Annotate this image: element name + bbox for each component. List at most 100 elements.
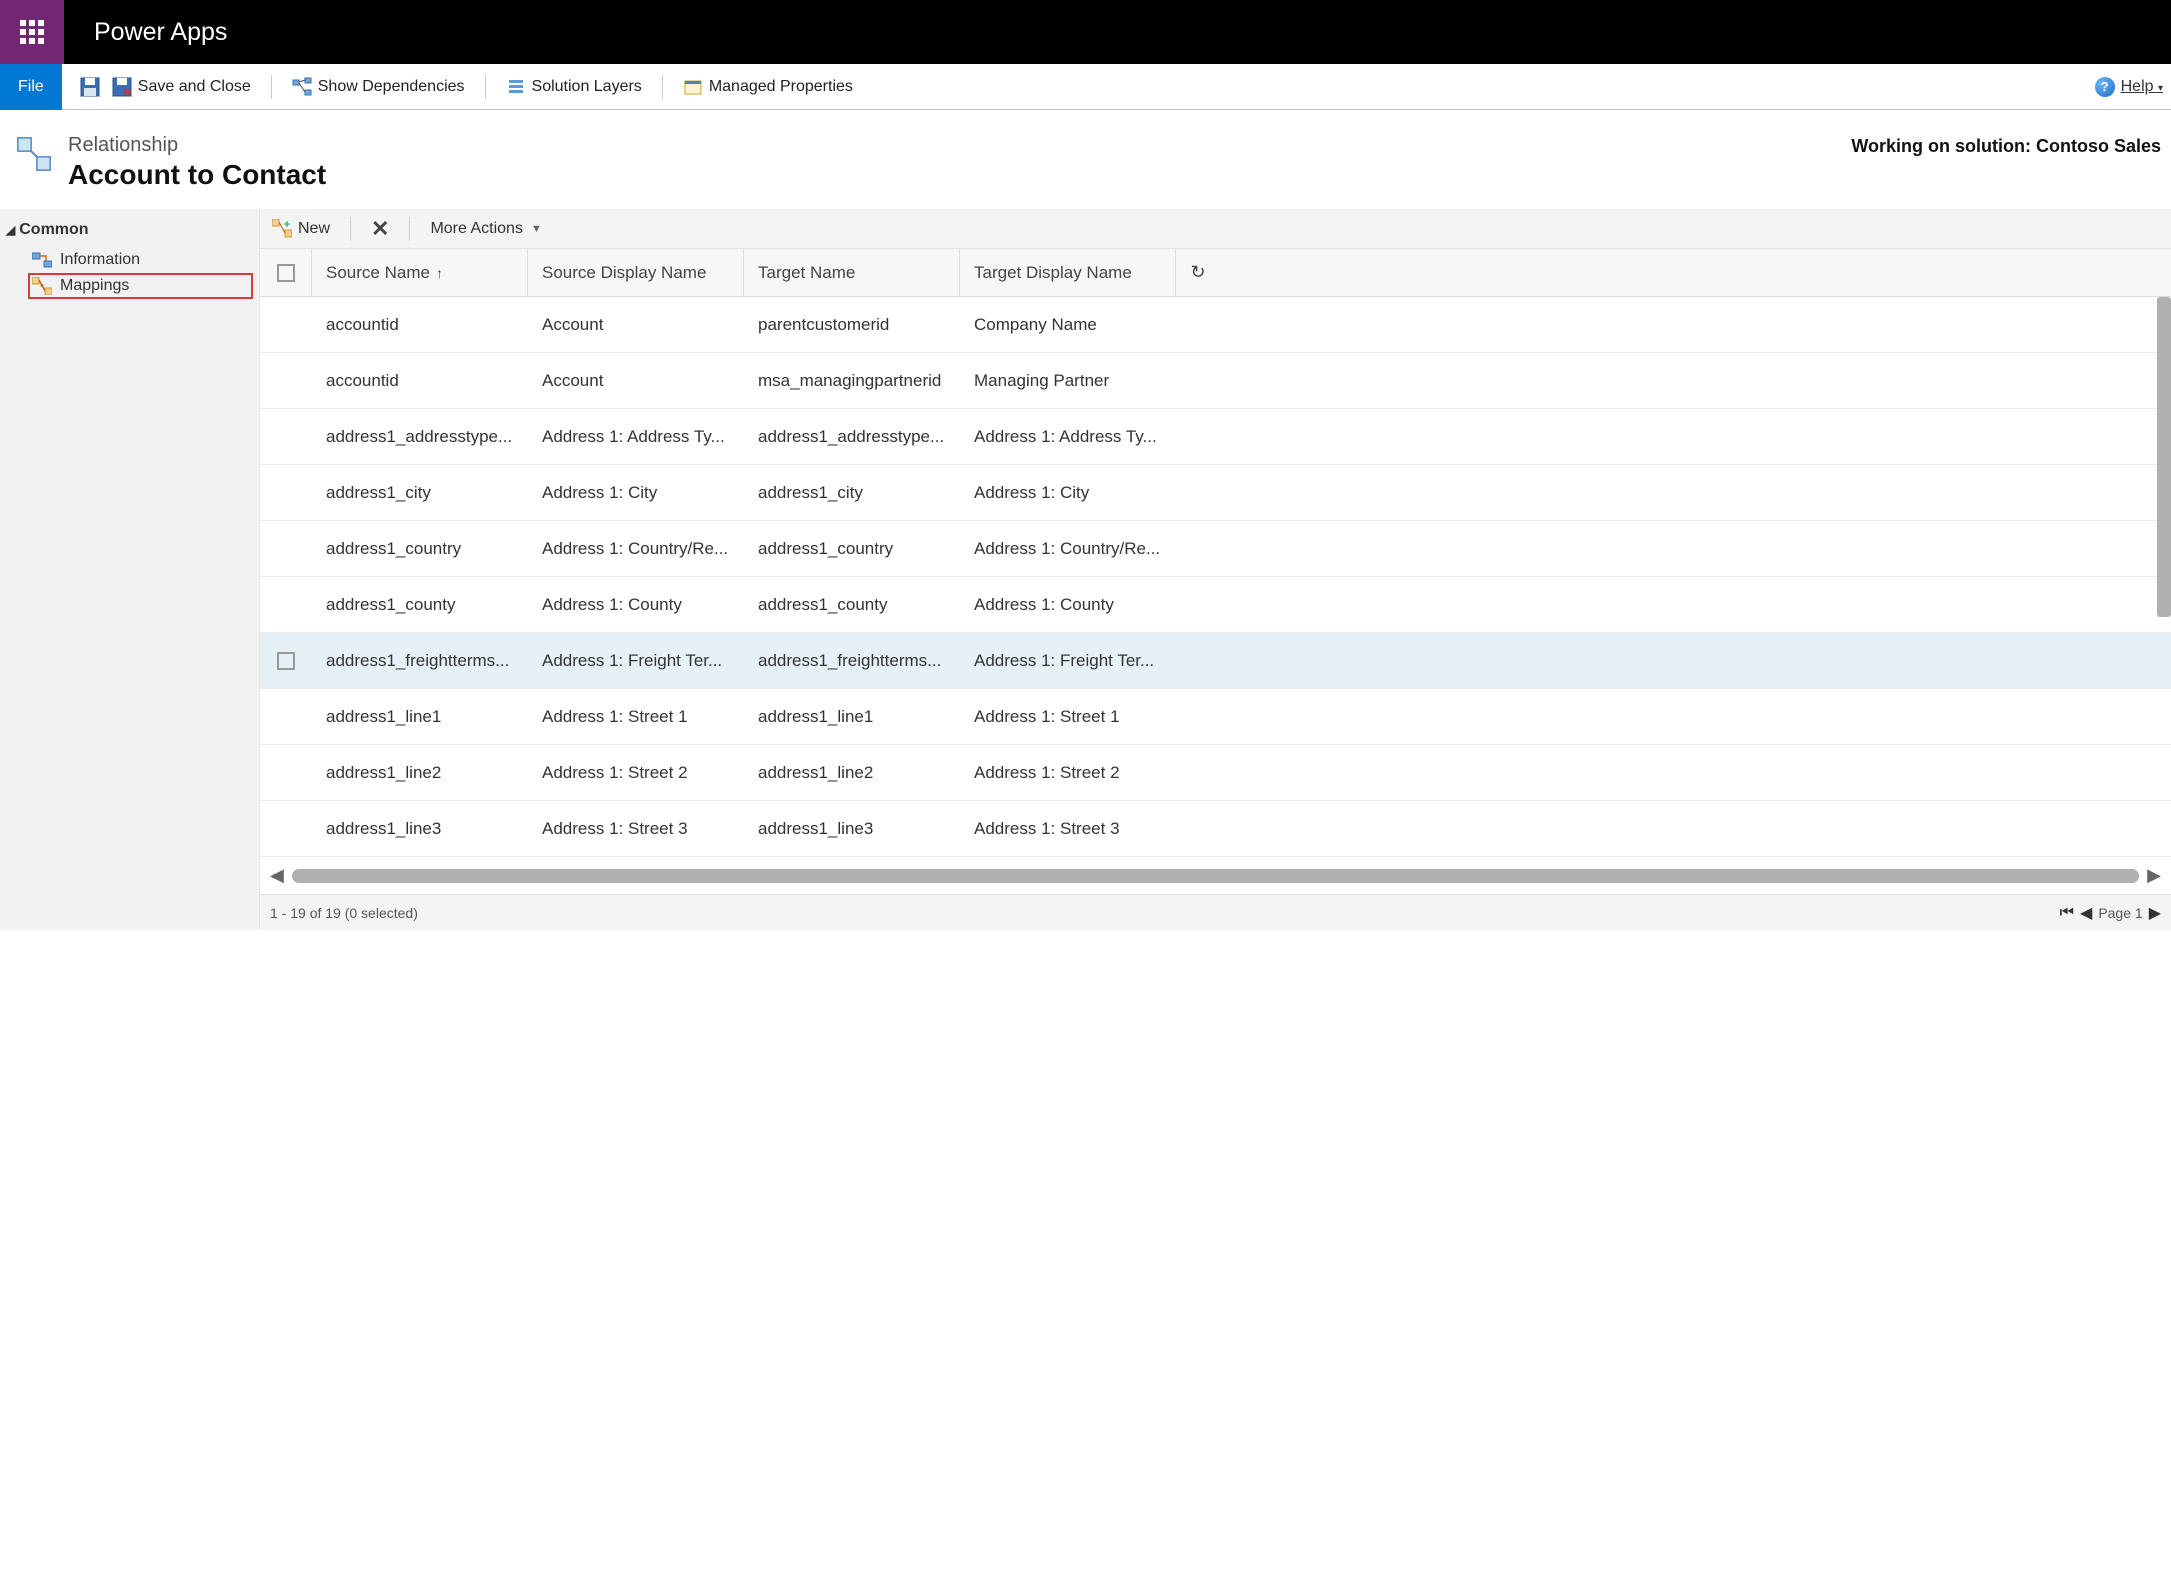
scroll-right-button[interactable]: ▶: [2147, 865, 2161, 886]
cell-target-name: address1_line3: [744, 819, 960, 839]
show-deps-label: Show Dependencies: [318, 78, 465, 96]
cell-source-display: Address 1: Street 1: [528, 707, 744, 727]
cell-source-name: accountid: [312, 371, 528, 391]
table-row[interactable]: address1_countyAddress 1: Countyaddress1…: [260, 577, 2171, 633]
delete-button[interactable]: ✕: [365, 216, 395, 242]
help-link[interactable]: ? Help ▾: [2095, 77, 2171, 97]
column-header-target-name[interactable]: Target Name: [744, 249, 960, 296]
cell-target-name: address1_county: [744, 595, 960, 615]
cell-target-name: address1_city: [744, 483, 960, 503]
content-area: New ✕ More Actions ▼ Source Name ↑ Sourc…: [260, 209, 2171, 930]
show-dependencies-button[interactable]: Show Dependencies: [286, 73, 471, 101]
column-header-label: Target Display Name: [974, 263, 1132, 283]
ribbon-separator: [485, 75, 486, 99]
cell-source-name: address1_line2: [312, 763, 528, 783]
more-actions-button[interactable]: More Actions ▼: [424, 216, 547, 242]
cell-source-name: address1_line3: [312, 819, 528, 839]
row-checkbox[interactable]: [260, 652, 312, 670]
cell-target-display: Address 1: Street 3: [960, 819, 1176, 839]
cell-target-display: Address 1: Freight Ter...: [960, 651, 1176, 671]
table-row[interactable]: accountidAccountparentcustomeridCompany …: [260, 297, 2171, 353]
sidebar-item-mappings[interactable]: Mappings: [28, 273, 253, 299]
cell-source-display: Address 1: Street 3: [528, 819, 744, 839]
toolbar-separator: [350, 217, 351, 241]
cell-target-name: msa_managingpartnerid: [744, 371, 960, 391]
cell-source-display: Address 1: City: [528, 483, 744, 503]
file-button[interactable]: File: [0, 64, 62, 110]
ribbon-separator: [662, 75, 663, 99]
cell-target-name: address1_line2: [744, 763, 960, 783]
tree-root-label: Common: [19, 221, 88, 239]
cell-source-name: address1_county: [312, 595, 528, 615]
cell-target-name: address1_freightterms...: [744, 651, 960, 671]
save-icon[interactable]: [80, 77, 100, 97]
tree-root-common[interactable]: ◢ Common: [6, 219, 253, 241]
cell-source-name: accountid: [312, 315, 528, 335]
sort-ascending-icon: ↑: [436, 265, 443, 281]
scroll-left-button[interactable]: ◀: [270, 865, 284, 886]
new-label: New: [298, 220, 330, 238]
vertical-scrollbar[interactable]: [2157, 297, 2171, 617]
column-header-source-name[interactable]: Source Name ↑: [312, 249, 528, 296]
table-row[interactable]: address1_country Address 1: Country/Re...…: [260, 521, 2171, 577]
table-row[interactable]: address1_freightterms...Address 1: Freig…: [260, 633, 2171, 689]
new-icon: [272, 219, 292, 239]
sidebar-item-information[interactable]: Information: [28, 247, 253, 273]
table-row[interactable]: address1_line2Address 1: Street 2address…: [260, 745, 2171, 801]
sidebar-item-label: Information: [60, 251, 140, 269]
column-header-label: Target Name: [758, 263, 855, 283]
page-title: Account to Contact: [68, 159, 1851, 191]
cell-target-display: Address 1: Country/Re...: [960, 539, 1176, 559]
column-header-label: Source Name: [326, 263, 430, 283]
grid-toolbar: New ✕ More Actions ▼: [260, 209, 2171, 249]
solution-layers-button[interactable]: Solution Layers: [500, 73, 648, 101]
select-all-checkbox[interactable]: [260, 249, 312, 296]
table-row[interactable]: accountidAccountmsa_managingpartneridMan…: [260, 353, 2171, 409]
cell-source-name: address1_country: [312, 539, 528, 559]
help-icon: ?: [2095, 77, 2115, 97]
page-label: Page 1: [2098, 905, 2142, 921]
table-row[interactable]: address1_addresstype...Address 1: Addres…: [260, 409, 2171, 465]
properties-icon: [683, 77, 703, 97]
table-row[interactable]: address1_line1Address 1: Street 1address…: [260, 689, 2171, 745]
main-area: ◢ Common Information Mappings: [0, 209, 2171, 930]
app-header: Power Apps: [0, 0, 2171, 64]
refresh-icon: ↻: [1190, 262, 1205, 283]
grid-body[interactable]: accountidAccountparentcustomeridCompany …: [260, 297, 2171, 857]
managed-properties-button[interactable]: Managed Properties: [677, 73, 859, 101]
table-row[interactable]: address1_cityAddress 1: Cityaddress1_cit…: [260, 465, 2171, 521]
cell-target-display: Address 1: Street 1: [960, 707, 1176, 727]
sidebar-item-label: Mappings: [60, 277, 129, 295]
app-title: Power Apps: [64, 18, 227, 47]
cell-target-display: Address 1: Street 2: [960, 763, 1176, 783]
cell-source-display: Account: [528, 371, 744, 391]
solution-context: Working on solution: Contoso Sales: [1851, 134, 2171, 157]
cell-target-display: Managing Partner: [960, 371, 1176, 391]
cell-target-name: parentcustomerid: [744, 315, 960, 335]
new-button[interactable]: New: [266, 215, 336, 243]
pager: ⏮ ◀ Page 1 ▶: [2060, 903, 2161, 923]
column-header-source-display[interactable]: Source Display Name: [528, 249, 744, 296]
cell-source-name: address1_city: [312, 483, 528, 503]
mappings-icon: [32, 277, 52, 295]
refresh-button[interactable]: ↻: [1176, 262, 1220, 283]
relationship-entity-icon: [14, 134, 54, 174]
cell-source-display: Address 1: Street 2: [528, 763, 744, 783]
app-launcher[interactable]: [0, 0, 64, 64]
cell-source-display: Account: [528, 315, 744, 335]
table-row[interactable]: address1_line3Address 1: Street 3address…: [260, 801, 2171, 857]
page-header: Relationship Account to Contact Working …: [0, 110, 2171, 209]
tree-caret-icon: ◢: [6, 223, 15, 237]
cell-source-name: address1_freightterms...: [312, 651, 528, 671]
dropdown-caret-icon: ▼: [531, 223, 542, 235]
toolbar-separator: [409, 217, 410, 241]
next-page-button[interactable]: ▶: [2149, 903, 2161, 923]
status-bar: 1 - 19 of 19 (0 selected) ⏮ ◀ Page 1 ▶: [260, 894, 2171, 930]
dependencies-icon: [292, 77, 312, 97]
prev-page-button[interactable]: ◀: [2080, 903, 2092, 923]
first-page-button[interactable]: ⏮: [2060, 904, 2074, 922]
save-and-close-button[interactable]: Save and Close: [106, 73, 257, 101]
horizontal-scrollbar[interactable]: [292, 869, 2139, 883]
column-header-target-display[interactable]: Target Display Name: [960, 249, 1176, 296]
cell-target-name: address1_addresstype...: [744, 427, 960, 447]
